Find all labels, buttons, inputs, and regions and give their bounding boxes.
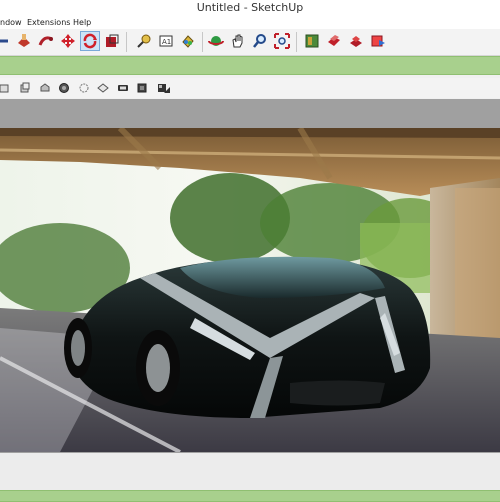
- send-to-layout-icon: [371, 35, 385, 47]
- move-icon: [61, 34, 75, 48]
- top-view-icon: [20, 82, 29, 92]
- shaded-icon: [137, 83, 146, 92]
- orbit-icon: [208, 36, 224, 46]
- resize-grip-icon: [164, 87, 170, 93]
- zoom-button[interactable]: [250, 31, 270, 51]
- wireframe-icon: [96, 82, 109, 93]
- paint-bucket-button[interactable]: [178, 31, 198, 51]
- zoom-icon: [253, 34, 266, 48]
- rotate-icon: [83, 33, 97, 49]
- back-edges-button[interactable]: [77, 81, 90, 94]
- push-pull-icon: [18, 34, 30, 47]
- top-view-button[interactable]: [18, 81, 31, 94]
- scale-icon: [106, 34, 119, 47]
- extension-warehouse-button[interactable]: [324, 31, 344, 51]
- iso-view-icon: [0, 84, 8, 92]
- hidden-line-icon: [117, 84, 128, 91]
- push-pull-button[interactable]: [14, 31, 34, 51]
- text-button[interactable]: A1: [156, 31, 176, 51]
- 3d-warehouse-button[interactable]: [302, 31, 322, 51]
- menu-item-extensions[interactable]: Extensions: [27, 16, 70, 29]
- pan-icon: [232, 34, 243, 48]
- 3d-warehouse-icon: [305, 34, 319, 48]
- move-button[interactable]: [58, 31, 78, 51]
- rotate-button[interactable]: [80, 31, 100, 51]
- main-toolbar: A1: [0, 29, 500, 56]
- scale-button[interactable]: [102, 31, 122, 51]
- menu-item-help[interactable]: Help: [73, 16, 91, 29]
- menu-bar: ndow Extensions Help: [0, 16, 500, 29]
- shaded-button[interactable]: [135, 81, 148, 94]
- zoom-extents-icon: [274, 33, 290, 49]
- toolbar-separator: [202, 32, 203, 52]
- xray-icon: [58, 82, 69, 93]
- view-toolbar: [0, 78, 500, 98]
- render-image: [0, 128, 500, 452]
- send-to-layout-button[interactable]: [368, 31, 388, 51]
- back-edges-icon: [79, 83, 88, 92]
- tape-measure-button[interactable]: [0, 31, 12, 51]
- zoom-extents-button[interactable]: [272, 31, 292, 51]
- bottom-dock-bar: [0, 490, 500, 502]
- front-view-button[interactable]: [38, 81, 51, 94]
- components-icon: [350, 36, 362, 47]
- text-icon: A1: [159, 35, 173, 47]
- toolbar-separator: [126, 32, 127, 52]
- extension-warehouse-icon: [328, 35, 340, 46]
- menu-item-window[interactable]: ndow: [0, 16, 22, 29]
- orbit-button[interactable]: [206, 31, 226, 51]
- wireframe-button[interactable]: [96, 81, 109, 94]
- toolbar-separator: [296, 32, 297, 52]
- pan-button[interactable]: [228, 31, 248, 51]
- components-button[interactable]: [346, 31, 366, 51]
- dimension-button[interactable]: [134, 31, 154, 51]
- hidden-line-button[interactable]: [116, 81, 129, 94]
- toolbar-dock-bar: [0, 56, 500, 75]
- xray-button[interactable]: [57, 81, 70, 94]
- iso-view-button[interactable]: [0, 81, 10, 94]
- tape-measure-icon: [0, 39, 8, 43]
- paint-bucket-icon: [182, 35, 194, 48]
- follow-me-button[interactable]: [36, 31, 56, 51]
- window-title: Untitled - SketchUp: [196, 1, 304, 14]
- front-view-icon: [40, 82, 49, 91]
- title-bar: Untitled - SketchUp: [0, 0, 500, 16]
- car-render-illustration: [0, 128, 500, 452]
- follow-me-icon: [38, 36, 53, 46]
- toolbar-overflow-handle[interactable]: [164, 87, 170, 93]
- dimension-icon: [137, 34, 151, 48]
- svg-text:A1: A1: [162, 38, 171, 46]
